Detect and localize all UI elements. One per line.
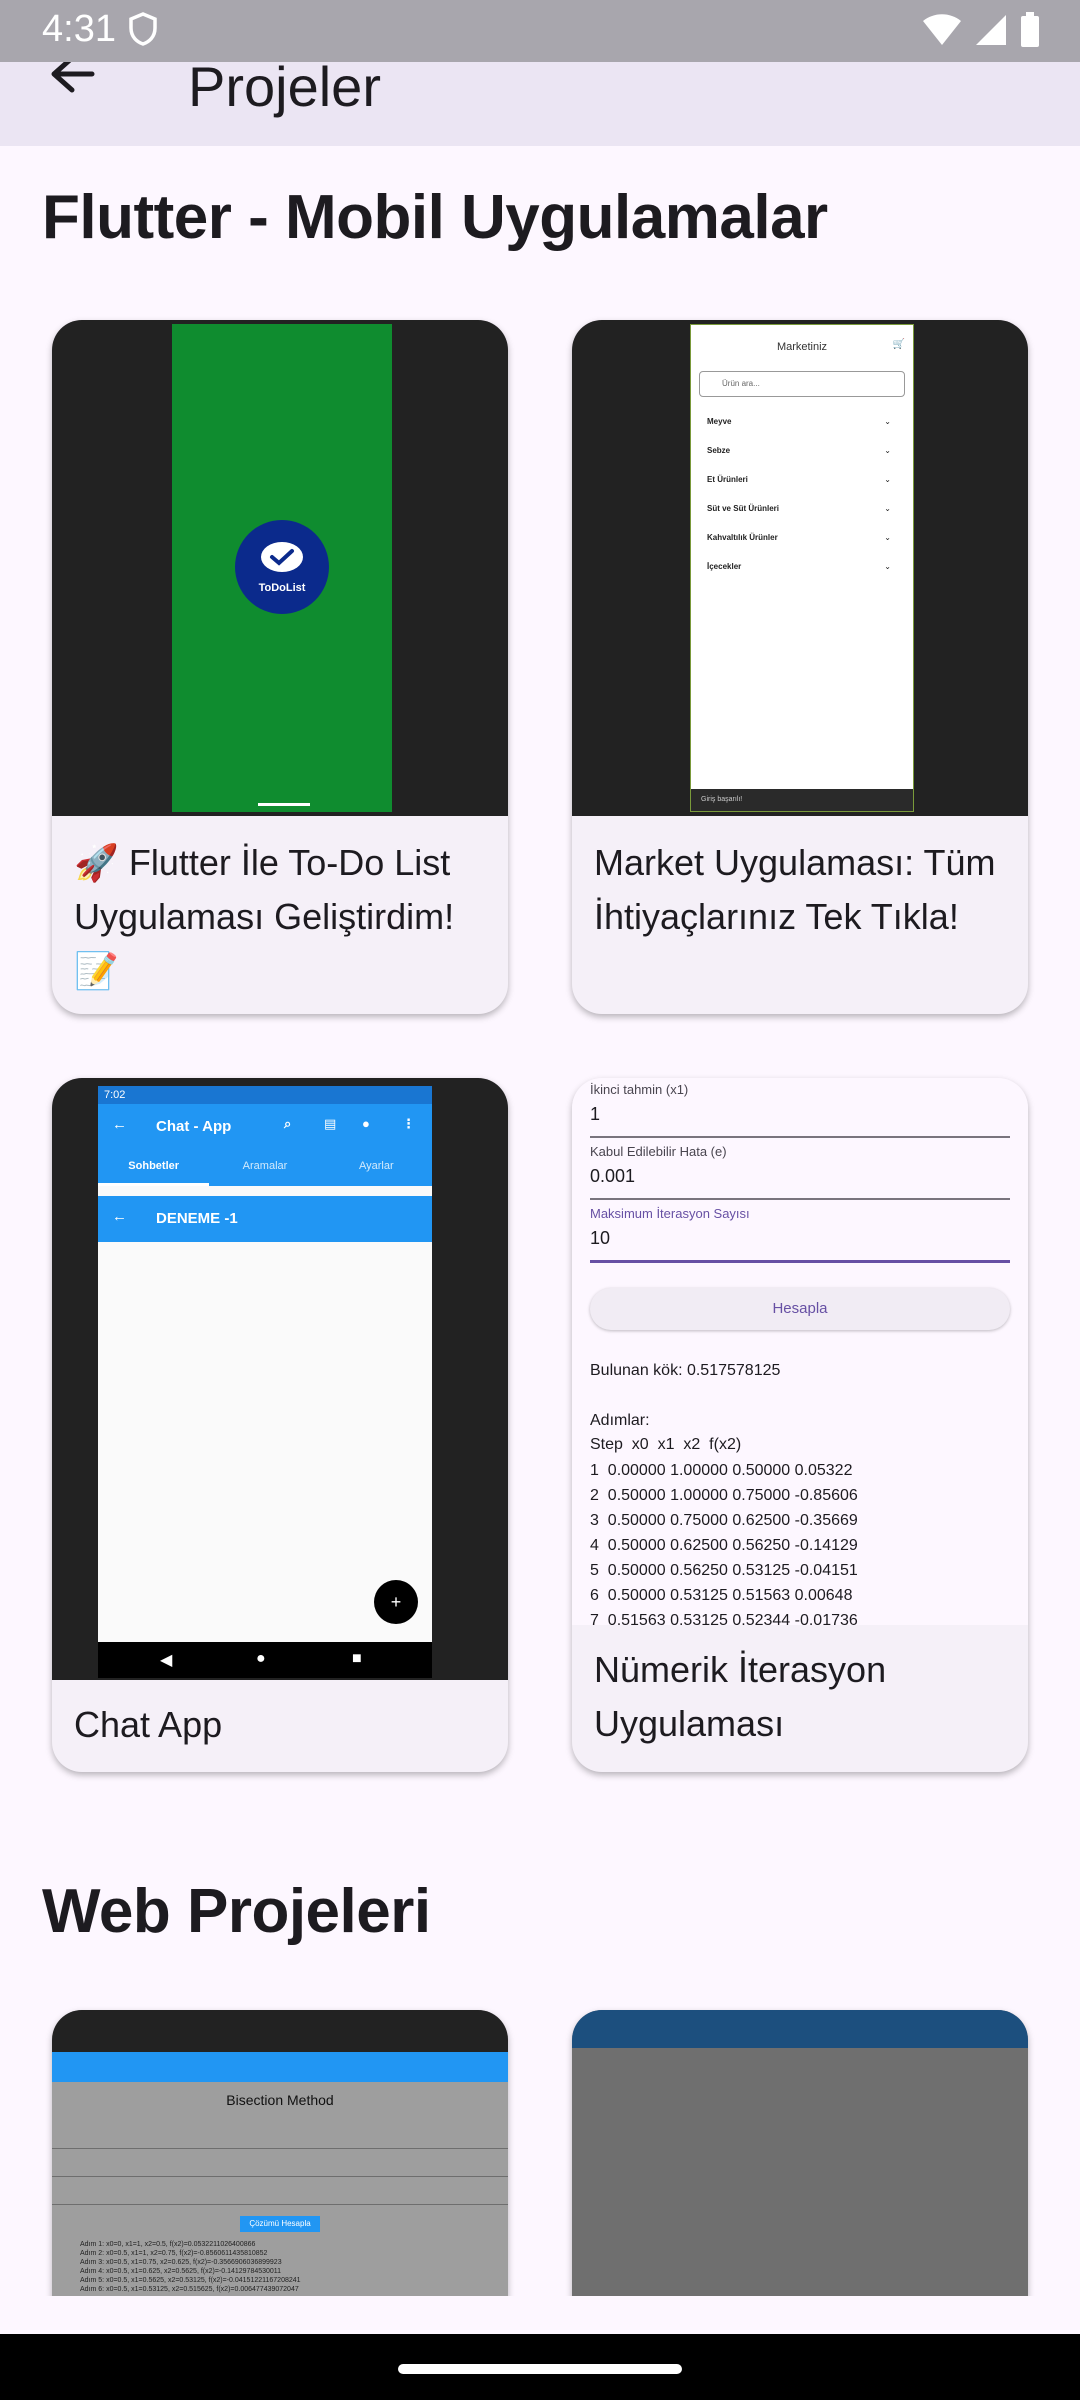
bisection-steps: Adım 1: x0=0, x1=1, x2=0.5, f(x2)=0.0532… bbox=[80, 2241, 301, 2293]
chat-bar-title: Chat - App bbox=[156, 1118, 232, 1135]
field-label: Kabul Edilebilir Hata (e) bbox=[590, 1144, 727, 1159]
bisection-heading: Bisection Method bbox=[226, 2092, 334, 2108]
nav-back-icon: ◀ bbox=[160, 1652, 173, 1669]
market-title: Marketiniz bbox=[776, 341, 828, 353]
bisection-topbar bbox=[52, 2010, 508, 2052]
more-icon: ⋮ bbox=[402, 1116, 415, 1131]
add-person-icon: + bbox=[374, 1580, 418, 1624]
system-nav-bar bbox=[0, 2334, 1080, 2400]
nav-recents-icon: ■ bbox=[352, 1650, 362, 1667]
field-value: 10 bbox=[590, 1228, 611, 1248]
card-caption: 🚀 Flutter İle To-Do List Uygulaması Geli… bbox=[74, 842, 455, 991]
nav-home-icon: ● bbox=[256, 1650, 266, 1667]
field-underline bbox=[590, 1198, 1010, 1200]
field-underline-focused bbox=[590, 1260, 1010, 1263]
todo-logo-label: ToDoList bbox=[258, 582, 306, 594]
chat-status-time: 7:02 bbox=[98, 1086, 432, 1104]
field-label: Maksimum İterasyon Sayısı bbox=[590, 1206, 750, 1221]
step-row: 1 0.00000 1.00000 0.50000 0.05322 bbox=[590, 1462, 853, 1479]
category-item: Kahvaltılık Ürünler ⌄ bbox=[707, 533, 891, 542]
category-item: Et Ürünleri ⌄ bbox=[707, 475, 891, 484]
category-item: Süt ve Süt Ürünleri ⌄ bbox=[707, 504, 891, 513]
card-caption: Nümerik İterasyon Uygulaması bbox=[594, 1649, 887, 1744]
bisection-thumbnail: Bisection Method Çözümü Hesapla Adım 1: … bbox=[52, 2010, 508, 2310]
project-card-chat[interactable]: 7:02 ← Chat - App ⌕ ▤ ● ⋮ Sohbetler Aram… bbox=[52, 1078, 508, 1772]
market-thumbnail: Marketiniz 🛒 Ürün ara... Meyve ⌄ Sebze ⌄ E… bbox=[572, 320, 1028, 816]
project-card-web-2[interactable] bbox=[572, 2010, 1028, 2330]
category-item: Meyve ⌄ bbox=[707, 417, 891, 426]
step-row: 5 0.50000 0.56250 0.53125 -0.04151 bbox=[590, 1562, 858, 1579]
field-value: 1 bbox=[590, 1104, 601, 1124]
project-card-market[interactable]: Marketiniz 🛒 Ürün ara... Meyve ⌄ Sebze ⌄ E… bbox=[572, 320, 1028, 1014]
chat-nav-bar: ◀ ● ■ bbox=[98, 1642, 432, 1678]
divider bbox=[52, 2148, 508, 2149]
snackbar: Giriş başarılı! bbox=[691, 789, 913, 811]
step-row: 4 0.50000 0.62500 0.56250 -0.14129 bbox=[590, 1537, 858, 1554]
divider bbox=[52, 2204, 508, 2205]
section-title-web: Web Projeleri bbox=[42, 1877, 431, 1946]
web-project-thumbnail bbox=[572, 2010, 1028, 2310]
step-row: 2 0.50000 1.00000 0.75000 -0.85606 bbox=[590, 1487, 858, 1504]
gesture-handle[interactable] bbox=[398, 2364, 682, 2374]
message-icon: ▤ bbox=[324, 1116, 337, 1131]
chat-thumbnail: 7:02 ← Chat - App ⌕ ▤ ● ⋮ Sohbetler Aram… bbox=[52, 1078, 508, 1680]
result-text: Bulunan kök: 0.517578125 bbox=[590, 1362, 781, 1379]
chat-screen: 7:02 ← Chat - App ⌕ ▤ ● ⋮ Sohbetler Aram… bbox=[98, 1086, 432, 1678]
battery-icon bbox=[1020, 12, 1040, 53]
chat-detail-bar: ← DENEME -1 bbox=[98, 1196, 432, 1242]
cart-icon: 🛒 bbox=[892, 339, 905, 350]
card-caption: Chat App bbox=[74, 1704, 223, 1745]
tab-ayarlar: Ayarlar bbox=[358, 1160, 394, 1172]
step-row: 3 0.50000 0.75000 0.62500 -0.35669 bbox=[590, 1512, 858, 1529]
market-screen: Marketiniz 🛒 Ürün ara... Meyve ⌄ Sebze ⌄ E… bbox=[690, 324, 914, 812]
category-item: Sebze ⌄ bbox=[707, 446, 891, 455]
solve-button: Çözümü Hesapla bbox=[240, 2216, 320, 2232]
wifi-icon bbox=[922, 13, 962, 52]
field-label: İkinci tahmin (x1) bbox=[590, 1082, 689, 1097]
todo-thumbnail: ToDoList bbox=[52, 320, 508, 816]
tab-sohbetler: Sohbetler bbox=[98, 1150, 210, 1186]
shield-icon bbox=[128, 12, 158, 51]
calculate-button: Hesapla bbox=[590, 1288, 1010, 1330]
back-arrow-icon: ← bbox=[112, 1208, 127, 1225]
category-item: İçecekler ⌄ bbox=[707, 562, 891, 571]
search-icon: ⌕ bbox=[284, 1116, 292, 1131]
person-icon: ● bbox=[362, 1116, 370, 1131]
field-underline bbox=[590, 1136, 1010, 1138]
section-title-flutter: Flutter - Mobil Uygulamalar bbox=[42, 183, 828, 252]
app-bar: Projeler bbox=[0, 55, 1080, 146]
checkmark-icon bbox=[261, 542, 303, 572]
signal-icon bbox=[974, 13, 1008, 52]
divider bbox=[52, 2176, 508, 2177]
chat-tabs: Sohbetler Aramalar Ayarlar bbox=[98, 1150, 432, 1186]
back-arrow-icon[interactable] bbox=[46, 55, 98, 122]
back-arrow-icon: ← bbox=[112, 1116, 127, 1133]
page-title: Projeler bbox=[188, 55, 381, 118]
scroll-clip bbox=[0, 2296, 1080, 2334]
project-card-bisection[interactable]: Bisection Method Çözümü Hesapla Adım 1: … bbox=[52, 2010, 508, 2330]
tab-aramalar: Aramalar bbox=[242, 1160, 288, 1172]
status-time: 4:31 bbox=[42, 8, 116, 50]
steps-title: Adımlar: bbox=[590, 1412, 650, 1429]
chat-name: DENEME -1 bbox=[156, 1210, 238, 1227]
home-indicator bbox=[258, 803, 310, 806]
numeric-thumbnail: İkinci tahmin (x1) 1 Kabul Edilebilir Ha… bbox=[572, 1078, 1028, 1625]
status-bar: 4:31 bbox=[0, 0, 1080, 62]
web-project-header bbox=[572, 2010, 1028, 2048]
todo-logo: ToDoList bbox=[235, 520, 329, 614]
market-search: Ürün ara... bbox=[699, 371, 905, 397]
project-card-numeric[interactable]: İkinci tahmin (x1) 1 Kabul Edilebilir Ha… bbox=[572, 1078, 1028, 1772]
card-caption: Market Uygulaması: Tüm İhtiyaçlarınız Te… bbox=[594, 842, 996, 937]
chat-app-bar: ← Chat - App ⌕ ▤ ● ⋮ bbox=[98, 1104, 432, 1150]
bisection-header bbox=[52, 2052, 508, 2082]
project-card-todo[interactable]: ToDoList 🚀 Flutter İle To-Do List Uygula… bbox=[52, 320, 508, 1014]
field-value: 0.001 bbox=[590, 1166, 636, 1186]
todo-screen: ToDoList bbox=[172, 324, 392, 812]
step-row: 7 0.51563 0.53125 0.52344 -0.01736 bbox=[590, 1612, 858, 1625]
steps-header: Step x0 x1 x2 f(x2) bbox=[590, 1436, 742, 1453]
step-row: 6 0.50000 0.53125 0.51563 0.00648 bbox=[590, 1587, 853, 1604]
